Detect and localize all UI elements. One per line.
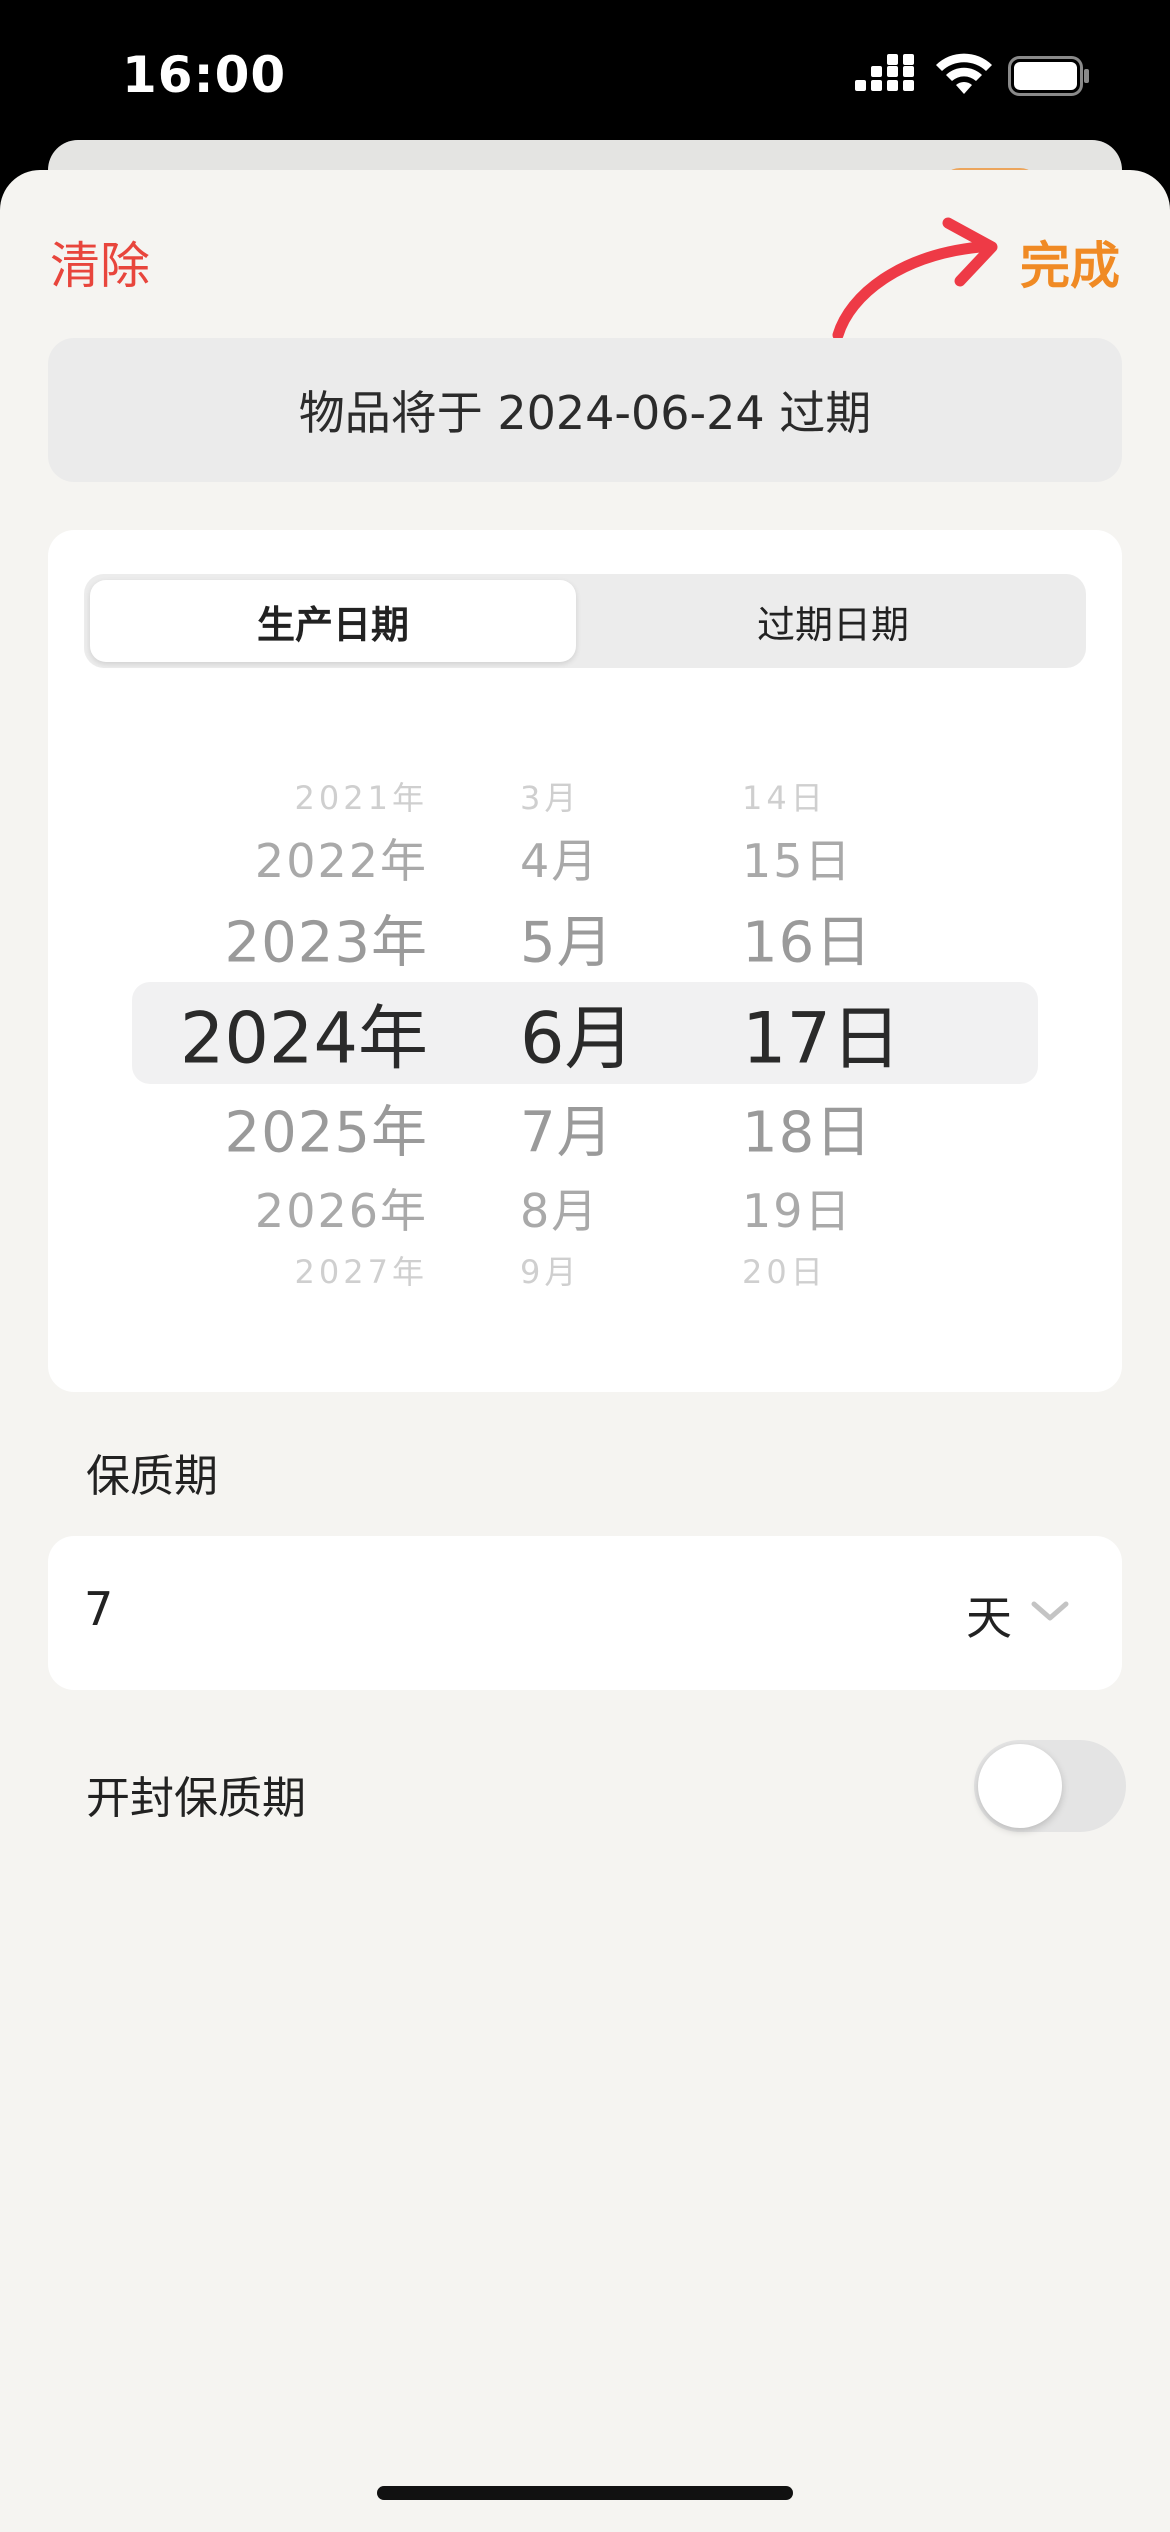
home-indicator[interactable] bbox=[377, 2486, 793, 2500]
wifi-icon bbox=[936, 53, 992, 94]
date-picker-card: 生产日期 过期日期 2021年 3月 14日 2022年 4月 15日 2023年 5月 16日… bbox=[48, 530, 1122, 1392]
clear-button[interactable]: 清除 bbox=[50, 226, 150, 298]
picker-month[interactable]: 6月 bbox=[520, 983, 660, 1084]
shelf-life-unit-select[interactable]: 天 bbox=[966, 1582, 1012, 1648]
picker-day[interactable]: 18日 bbox=[742, 1088, 942, 1169]
tab-production-date[interactable]: 生产日期 bbox=[90, 580, 576, 662]
picker-day[interactable]: 16日 bbox=[742, 898, 942, 979]
picker-year[interactable]: 2023年 bbox=[158, 898, 428, 979]
opened-shelf-life-toggle[interactable] bbox=[974, 1740, 1126, 1832]
shelf-life-row: 7 天 bbox=[48, 1536, 1122, 1690]
picker-day[interactable]: 20日 bbox=[742, 1247, 942, 1293]
picker-day[interactable]: 15日 bbox=[742, 825, 942, 891]
toggle-knob bbox=[978, 1744, 1062, 1828]
picker-year[interactable]: 2025年 bbox=[158, 1088, 428, 1169]
date-type-segmented-control: 生产日期 过期日期 bbox=[84, 574, 1086, 668]
picker-month[interactable]: 7月 bbox=[520, 1088, 660, 1169]
battery-icon bbox=[1008, 56, 1089, 96]
expiry-banner: 物品将于 2024-06-24 过期 bbox=[48, 338, 1122, 482]
picker-year[interactable]: 2021年 bbox=[158, 773, 428, 819]
shelf-life-input[interactable]: 7 bbox=[84, 1582, 113, 1636]
picker-year[interactable]: 2022年 bbox=[158, 825, 428, 891]
picker-month[interactable]: 3月 bbox=[520, 773, 660, 819]
picker-month[interactable]: 5月 bbox=[520, 898, 660, 979]
picker-month[interactable]: 4月 bbox=[520, 825, 660, 891]
picker-month[interactable]: 8月 bbox=[520, 1175, 660, 1241]
done-button[interactable]: 完成 bbox=[1020, 226, 1120, 298]
picker-day[interactable]: 17日 bbox=[742, 983, 942, 1084]
tab-expiry-date[interactable]: 过期日期 bbox=[586, 580, 1080, 662]
picker-day[interactable]: 19日 bbox=[742, 1175, 942, 1241]
picker-year[interactable]: 2026年 bbox=[158, 1175, 428, 1241]
picker-year[interactable]: 2027年 bbox=[158, 1247, 428, 1293]
picker-day[interactable]: 14日 bbox=[742, 773, 942, 819]
opened-shelf-life-label: 开封保质期 bbox=[86, 1773, 306, 1824]
status-time: 16:00 bbox=[122, 46, 287, 104]
expiry-text: 物品将于 2024-06-24 过期 bbox=[298, 386, 872, 440]
chevron-down-icon[interactable] bbox=[1028, 1596, 1072, 1626]
shelf-life-label: 保质期 bbox=[86, 1451, 218, 1502]
arrow-annotation-icon bbox=[832, 217, 998, 341]
picker-year[interactable]: 2024年 bbox=[158, 983, 428, 1084]
cellular-signal-icon bbox=[855, 54, 914, 91]
status-bar: 16:00 bbox=[0, 0, 1170, 150]
picker-month[interactable]: 9月 bbox=[520, 1247, 660, 1293]
